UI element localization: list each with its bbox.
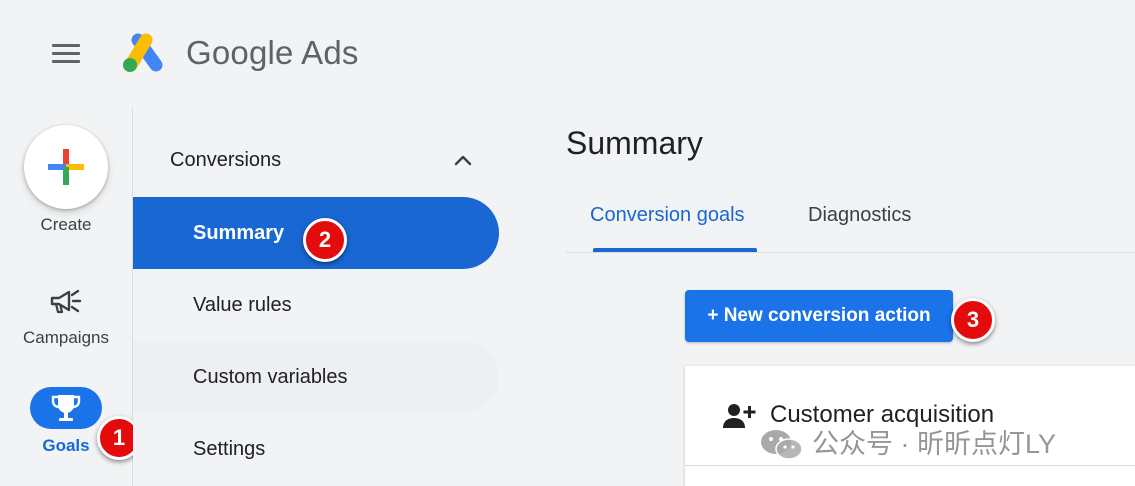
watermark: 公众号 · 昕昕点灯LY [760, 424, 1120, 464]
wechat-icon [761, 430, 803, 460]
nav-item-custom-variables[interactable]: Custom variables [133, 341, 499, 413]
trophy-icon [51, 395, 81, 421]
tab-conversion-goals[interactable]: Conversion goals [590, 204, 745, 227]
tabs-divider [566, 252, 1135, 253]
nav-section-heading[interactable]: Conversions [170, 149, 281, 172]
google-ads-logo [121, 32, 167, 74]
chevron-up-icon[interactable] [453, 153, 473, 167]
nav-item-value-rules[interactable]: Value rules [133, 269, 499, 341]
page-title: Summary [566, 125, 703, 161]
person-add-icon [722, 402, 756, 430]
megaphone-icon[interactable] [50, 289, 82, 315]
hamburger-menu-icon[interactable] [52, 44, 80, 64]
goals-nav-button[interactable] [30, 387, 102, 429]
brand-name: Google Ads [186, 34, 359, 71]
annotation-marker-3: 3 [951, 298, 995, 342]
annotation-marker-2: 2 [303, 218, 347, 262]
tab-diagnostics[interactable]: Diagnostics [808, 204, 911, 227]
nav-item-settings[interactable]: Settings [133, 413, 499, 485]
watermark-text: 公众号 · 昕昕点灯LY [812, 429, 1057, 459]
create-label: Create [40, 215, 92, 234]
new-conversion-action-button[interactable]: + New conversion action [685, 290, 953, 342]
plus-multicolor-icon [48, 149, 84, 185]
campaigns-label[interactable]: Campaigns [0, 328, 132, 348]
create-button[interactable] [24, 125, 108, 209]
card-divider [685, 465, 1135, 466]
